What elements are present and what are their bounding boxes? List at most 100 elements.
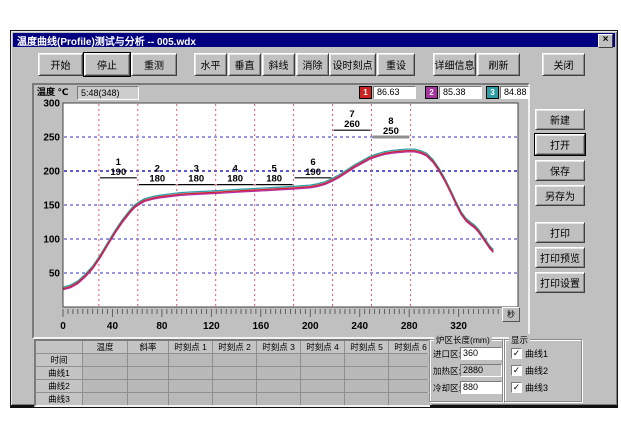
svg-text:300: 300 [43, 99, 60, 110]
toolbar-button-斜线[interactable]: 斜线 [262, 53, 295, 76]
svg-text:200: 200 [43, 167, 60, 178]
svg-text:260: 260 [344, 119, 360, 130]
svg-text:50: 50 [49, 269, 61, 280]
toolbar-button-设时刻点[interactable]: 设时刻点 [329, 53, 376, 76]
table-column-header: 时刻点 4 [301, 341, 344, 353]
furnace-groupbox-title: 炉区长度(mm) [434, 334, 492, 346]
table-cell [257, 393, 300, 405]
table-cell [301, 393, 344, 405]
close-icon[interactable]: × [598, 34, 613, 48]
toolbar-button-水平[interactable]: 水平 [194, 53, 227, 76]
table-row-header: 曲线3 [36, 393, 82, 405]
profile-chart-svg: 1190218031804180518061907260825004080120… [34, 85, 524, 333]
toolbar-button-详细信息[interactable]: 详细信息 [433, 53, 476, 76]
svg-text:0: 0 [60, 321, 66, 332]
table-cell [389, 380, 432, 392]
svg-text:40: 40 [107, 321, 119, 332]
svg-text:80: 80 [156, 321, 168, 332]
table-cell [389, 367, 432, 379]
table-cell [128, 354, 168, 366]
app-window: 温度曲线(Profile)测试与分析 -- 005.wdx × 开始停止重测水平… [10, 30, 618, 408]
toolbar-button-开始[interactable]: 开始 [38, 53, 83, 76]
table-cell [83, 367, 127, 379]
table-cell [169, 367, 212, 379]
table-cell [128, 367, 168, 379]
curve-visibility-checkbox[interactable]: ✓ [511, 382, 522, 393]
furnace-field-input[interactable]: 360 [460, 347, 502, 360]
table-cell [213, 380, 256, 392]
svg-text:250: 250 [383, 126, 399, 137]
furnace-field-input[interactable]: 880 [460, 381, 502, 394]
side-button-打印设置[interactable]: 打印设置 [535, 272, 585, 293]
table-cell [128, 380, 168, 392]
table-cell [345, 380, 388, 392]
table-cell [83, 354, 127, 366]
table-cell [169, 393, 212, 405]
curve-visibility-checkbox[interactable]: ✓ [511, 365, 522, 376]
table-row-header: 时间 [36, 354, 82, 366]
toolbar-button-停止[interactable]: 停止 [84, 53, 130, 76]
side-button-打印[interactable]: 打印 [535, 222, 585, 243]
chart-panel: 温度 ℃ 5:48(348) 186.63285.38384.88 119021… [32, 83, 530, 339]
seconds-unit-button[interactable]: 秒 [502, 307, 520, 322]
toolbar-button-重测[interactable]: 重测 [131, 53, 177, 76]
display-groupbox-title: 显示 [509, 334, 530, 346]
title-bar[interactable]: 温度曲线(Profile)测试与分析 -- 005.wdx × [13, 33, 615, 47]
svg-text:280: 280 [401, 321, 418, 332]
table-cell [169, 354, 212, 366]
table-cell [301, 380, 344, 392]
furnace-zone-groupbox: 炉区长度(mm) 进口区:360加热区:2880冷却区:880 [429, 339, 503, 402]
table-column-header: 温度 [83, 341, 127, 353]
svg-text:150: 150 [43, 201, 60, 212]
table-cell [83, 393, 127, 405]
table-cell [213, 367, 256, 379]
svg-text:180: 180 [188, 174, 204, 185]
table-cell [169, 380, 212, 392]
svg-text:190: 190 [305, 167, 321, 178]
display-groupbox: 显示 ✓曲线1✓曲线2✓曲线3 [504, 339, 582, 402]
svg-text:100: 100 [43, 235, 60, 246]
furnace-field-label: 加热区: [433, 365, 460, 377]
curve-visibility-label: 曲线1 [525, 347, 548, 360]
furnace-field-label: 冷却区: [433, 382, 460, 394]
toolbar-button-垂直[interactable]: 垂直 [228, 53, 261, 76]
table-column-header: 时刻点 5 [345, 341, 388, 353]
table-row-header: 曲线2 [36, 380, 82, 392]
toolbar-button-消除[interactable]: 消除 [296, 53, 329, 76]
svg-text:190: 190 [110, 167, 126, 178]
side-button-打印预览[interactable]: 打印预览 [535, 247, 585, 268]
furnace-field-input: 2880 [460, 364, 502, 377]
toolbar-button-重设[interactable]: 重设 [377, 53, 415, 76]
side-button-新建[interactable]: 新建 [535, 109, 585, 130]
svg-text:180: 180 [266, 174, 282, 185]
table-column-header: 时刻点 6 [389, 341, 432, 353]
table-cell [257, 367, 300, 379]
toolbar-button-关闭[interactable]: 关闭 [542, 53, 585, 76]
table-cell [128, 393, 168, 405]
toolbar-button-刷新[interactable]: 刷新 [477, 53, 520, 76]
svg-text:320: 320 [450, 321, 467, 332]
curve-visibility-label: 曲线3 [525, 381, 548, 394]
table-cell [301, 354, 344, 366]
table-cell [257, 354, 300, 366]
side-button-另存为[interactable]: 另存为 [535, 185, 585, 206]
table-cell [257, 380, 300, 392]
svg-text:120: 120 [203, 321, 220, 332]
side-button-打开[interactable]: 打开 [535, 134, 585, 155]
furnace-field-label: 进口区: [433, 348, 460, 360]
svg-text:180: 180 [149, 174, 165, 185]
table-column-header: 斜率 [128, 341, 168, 353]
table-cell [345, 367, 388, 379]
table-cell [213, 393, 256, 405]
table-cell [345, 354, 388, 366]
svg-text:160: 160 [252, 321, 269, 332]
curve-visibility-checkbox[interactable]: ✓ [511, 348, 522, 359]
svg-text:200: 200 [302, 321, 319, 332]
table-corner-cell [36, 341, 82, 353]
svg-text:180: 180 [227, 174, 243, 185]
side-button-保存[interactable]: 保存 [535, 160, 585, 181]
table-row-header: 曲线1 [36, 367, 82, 379]
svg-text:240: 240 [351, 321, 368, 332]
table-cell [345, 393, 388, 405]
table-cell [83, 380, 127, 392]
